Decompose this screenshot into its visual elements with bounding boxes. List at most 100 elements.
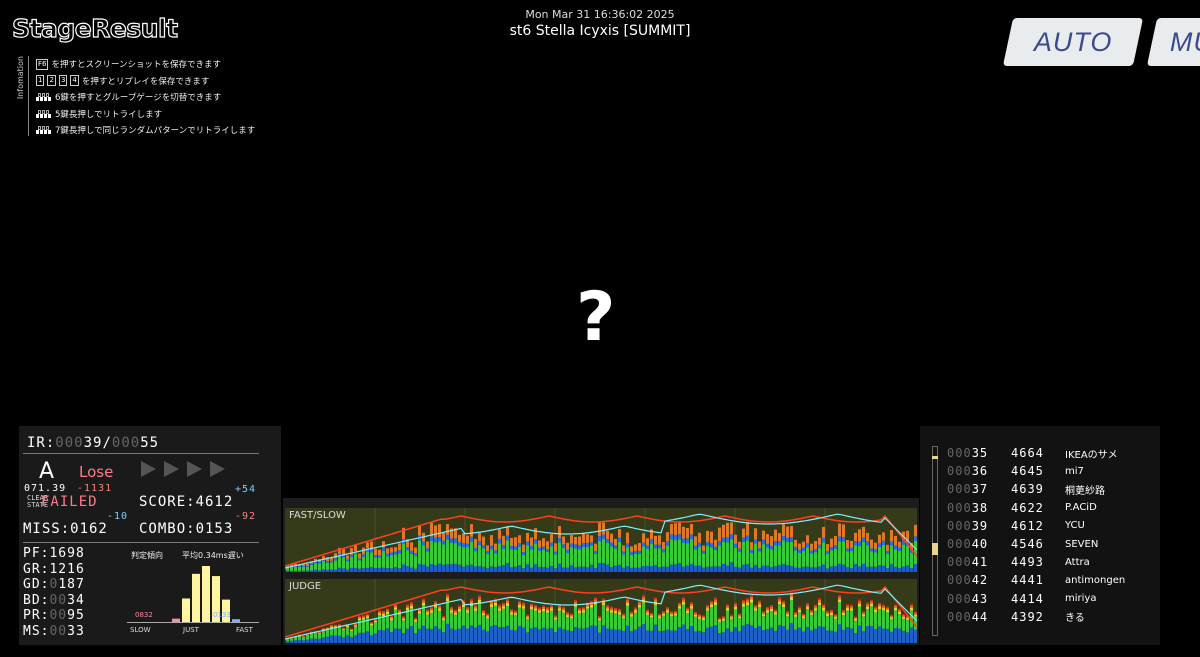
graph-bar — [618, 612, 621, 615]
graph-bar — [478, 599, 481, 603]
graph-bar — [650, 543, 653, 566]
graph-bar — [438, 541, 441, 564]
graph-bar — [762, 614, 765, 617]
mu-button[interactable]: MU — [1146, 18, 1200, 66]
graph-bar — [686, 527, 689, 539]
graph-bar — [550, 605, 553, 607]
graph-bar — [498, 606, 501, 609]
graph-bar — [826, 553, 829, 569]
graph-bar — [614, 611, 617, 614]
graph-bar — [622, 551, 625, 555]
graph-bar — [414, 553, 417, 557]
graph-bar — [810, 611, 813, 613]
ranking-scrollbar[interactable] — [932, 446, 938, 636]
graph-bar — [290, 638, 293, 641]
graph-bar — [550, 565, 553, 572]
ranking-score: 4645 — [1011, 464, 1044, 479]
graph-bar — [842, 629, 845, 643]
ranking-row[interactable]: 00038 4622 P.ACiD — [947, 499, 1125, 517]
graph-bar — [762, 539, 765, 545]
ranking-row[interactable]: 00040 4546 SEVEN — [947, 535, 1125, 553]
graph-bar — [586, 567, 589, 572]
judge-gr: GR:1216 — [23, 561, 85, 577]
graph-bar — [362, 615, 365, 617]
graph-bar — [678, 606, 681, 609]
graph-bar — [562, 536, 565, 545]
graph-bar — [398, 609, 401, 611]
graph-bar — [862, 614, 865, 617]
graph-bar — [406, 606, 409, 609]
graph-bar — [446, 534, 449, 540]
graph-bar — [610, 546, 613, 568]
graph-bar — [390, 632, 393, 643]
graph-bar — [766, 608, 769, 611]
graph-bar — [786, 612, 789, 615]
graph-bar — [738, 631, 741, 643]
graph-bar — [426, 541, 429, 549]
scrollbar-thumb[interactable] — [932, 543, 938, 555]
graph-bar — [598, 618, 601, 621]
graph-bar — [506, 535, 509, 541]
graph-bar — [886, 568, 889, 572]
graph-bar — [486, 554, 489, 569]
graph-bar — [842, 615, 845, 630]
graph-bar — [774, 545, 777, 567]
graph-bar — [294, 570, 297, 572]
graph-bar — [734, 602, 737, 605]
graph-bar — [882, 610, 885, 629]
graph-bar — [678, 602, 681, 605]
graph-bar — [398, 543, 401, 551]
graph-bar — [534, 543, 537, 565]
graph-bar — [374, 620, 377, 623]
result-badge: Lose — [79, 463, 114, 481]
info-row-screenshot: F6 を押すとスクリーンショットを保存できます — [36, 56, 255, 73]
graph-bar — [402, 543, 405, 565]
graph-bar — [510, 549, 513, 568]
graph-bar — [462, 566, 465, 572]
graph-bar — [502, 564, 505, 572]
ranking-player-name: IKEAのサメ — [1065, 449, 1118, 461]
graph-bar — [778, 597, 781, 600]
ranking-row[interactable]: 00043 4414 miriya — [947, 590, 1125, 608]
graph-bar — [490, 604, 493, 608]
graph-bar — [554, 551, 557, 555]
graph-bar — [462, 533, 465, 543]
graph-bar — [594, 597, 597, 600]
ranking-row[interactable]: 00042 4441 antimongen — [947, 571, 1125, 589]
graph-bar — [574, 606, 577, 628]
auto-button[interactable]: AUTO — [1002, 18, 1144, 66]
graph-bar — [798, 627, 801, 643]
ranking-row[interactable]: 00036 4645 mi7 — [947, 462, 1125, 480]
just-label: JUST — [183, 626, 199, 634]
graph-bar — [478, 624, 481, 643]
graph-bar — [706, 627, 709, 643]
ranking-score: 4414 — [1011, 591, 1044, 606]
graph-bar — [454, 610, 457, 613]
graph-bar — [866, 532, 869, 541]
graph-bar — [322, 637, 325, 643]
ranking-row[interactable]: 00037 4639 桐茰紗路 — [947, 480, 1125, 498]
graph-bar — [758, 551, 761, 568]
graph-bar — [434, 537, 437, 543]
graph-bar — [694, 616, 697, 632]
graph-bar — [418, 628, 421, 643]
graph-bar — [398, 610, 401, 613]
graph-bar — [606, 605, 609, 607]
ranking-row[interactable]: 00035 4664 IKEAのサメ — [947, 444, 1125, 462]
ranking-row[interactable]: 00044 4392 きる — [947, 608, 1125, 626]
ranking-row[interactable]: 00041 4493 Attra — [947, 553, 1125, 571]
graph-bar — [650, 617, 653, 631]
graph-bar — [742, 541, 745, 565]
graph-bar — [718, 633, 721, 643]
graph-bar — [534, 606, 537, 609]
graph-bar — [586, 546, 589, 568]
graph-bar — [706, 608, 709, 611]
ranking-row[interactable]: 00039 4612 YCU — [947, 517, 1125, 535]
graph-bar — [578, 607, 581, 610]
graph-bar — [454, 629, 457, 643]
graph-bar — [802, 566, 805, 572]
graph-bar — [766, 547, 769, 566]
graph-bar — [506, 540, 509, 563]
graph-bar — [390, 618, 393, 621]
graph-bar — [454, 609, 457, 611]
